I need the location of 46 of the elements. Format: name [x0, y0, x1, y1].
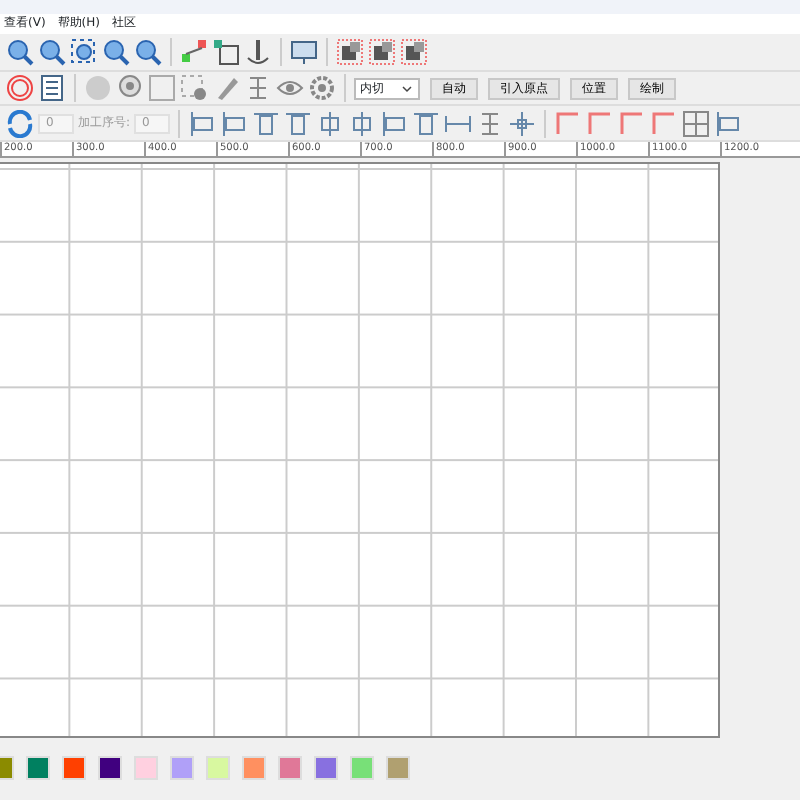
layers-icon[interactable] — [368, 38, 396, 66]
align-icon[interactable] — [220, 109, 249, 137]
color-swatch[interactable] — [278, 756, 302, 780]
color-swatch[interactable] — [26, 756, 50, 780]
color-swatch[interactable] — [386, 756, 410, 780]
align-icon[interactable] — [252, 109, 281, 137]
layers-icon[interactable] — [336, 38, 364, 66]
align-icon[interactable] — [284, 109, 313, 137]
zoom-in-icon[interactable] — [134, 38, 162, 66]
square-icon[interactable] — [212, 38, 240, 66]
list-icon[interactable] — [38, 74, 66, 102]
color-swatch[interactable] — [206, 756, 230, 780]
align-icon[interactable] — [348, 109, 377, 137]
refresh-icon[interactable] — [6, 109, 34, 137]
caret-icon[interactable] — [400, 81, 414, 95]
color-swatch[interactable] — [170, 756, 194, 780]
nodes-icon[interactable] — [180, 38, 208, 66]
color-swatch[interactable] — [314, 756, 338, 780]
ring-icon[interactable] — [6, 74, 34, 102]
webcam-icon[interactable] — [116, 74, 144, 102]
corner-icon[interactable] — [554, 109, 583, 137]
align-icon[interactable] — [380, 109, 409, 137]
anchor-icon[interactable] — [244, 38, 272, 66]
settings-icon[interactable] — [308, 74, 336, 102]
layers-icon[interactable] — [400, 38, 428, 66]
align-icon[interactable] — [316, 109, 345, 137]
corner-icon[interactable] — [650, 109, 679, 137]
monitor-icon[interactable] — [290, 38, 318, 66]
align-icon[interactable] — [188, 109, 217, 137]
align-icon[interactable] — [412, 109, 441, 137]
color-swatch[interactable] — [134, 756, 158, 780]
align-icon[interactable] — [714, 109, 743, 137]
color-swatch[interactable] — [242, 756, 266, 780]
corner-icon[interactable] — [618, 109, 647, 137]
zoom-selection-icon[interactable] — [70, 38, 98, 66]
color-swatch[interactable] — [62, 756, 86, 780]
zoom-out-icon[interactable] — [6, 38, 34, 66]
zoom-icon[interactable] — [102, 38, 130, 66]
color-swatch[interactable] — [350, 756, 374, 780]
text-cursor-icon[interactable] — [244, 74, 272, 102]
grid-icon[interactable] — [682, 109, 711, 137]
color-swatch[interactable] — [98, 756, 122, 780]
square-gear-icon[interactable] — [180, 74, 208, 102]
zoom-icon[interactable] — [38, 38, 66, 66]
move-icon[interactable] — [508, 109, 537, 137]
corner-icon[interactable] — [586, 109, 615, 137]
